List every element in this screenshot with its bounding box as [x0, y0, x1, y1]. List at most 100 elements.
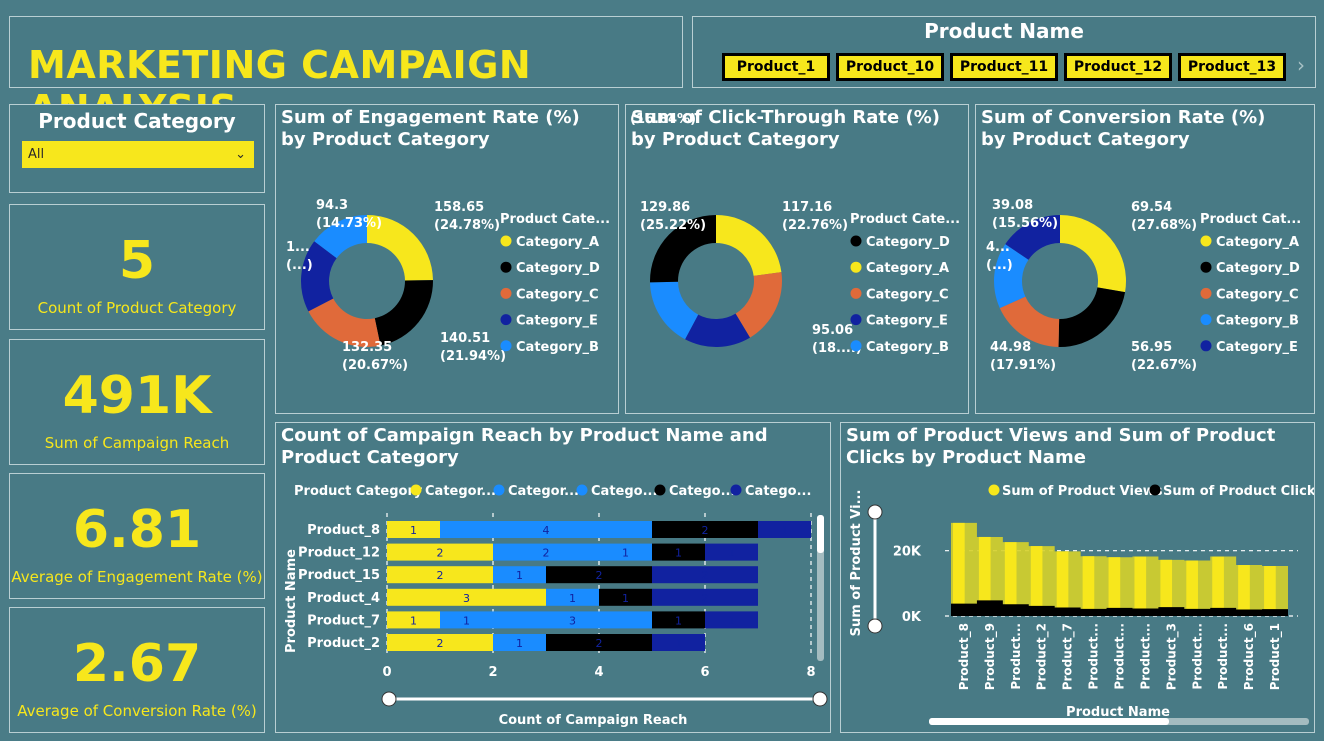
category-dropdown[interactable]: All ⌄	[22, 141, 254, 168]
chevron-right-icon[interactable]: ›	[1297, 53, 1305, 77]
slice-value-label: 86.7	[630, 105, 662, 109]
slice-value-label: 132.35	[342, 340, 392, 355]
legend-marker	[1200, 261, 1212, 273]
bar-data-label: 2	[437, 637, 444, 650]
kpi-value: 5	[118, 231, 156, 291]
donut-slice-category-d	[374, 280, 433, 346]
legend-marker	[850, 340, 862, 352]
slice-percent-label: (21.94%)	[440, 349, 506, 364]
bar-data-label: 2	[437, 547, 444, 560]
slice-value-label: 94.3	[316, 198, 348, 213]
x-tick-label: Product...	[1009, 623, 1023, 690]
engagement-donut-panel: Sum of Engagement Rate (%) by Product Ca…	[275, 104, 619, 414]
legend-marker	[1200, 314, 1212, 326]
y-tick-label: Product_7	[307, 613, 380, 628]
legend-marker	[500, 340, 512, 352]
x-tick-label: Product_9	[983, 623, 998, 690]
kpi-label: Average of Conversion Rate (%)	[17, 702, 257, 720]
x-tick-label: Product...	[1216, 623, 1230, 690]
legend-marker	[1200, 287, 1212, 299]
views-bar	[1030, 546, 1043, 616]
slice-value-label: 4...	[986, 240, 1010, 255]
legend-label: Category_B	[516, 340, 599, 355]
y-tick-label: Product_8	[307, 523, 380, 538]
bar-data-label: 1	[516, 569, 523, 582]
legend-label: Category_A	[1216, 235, 1299, 250]
slice-percent-label: (22.67%)	[1131, 358, 1197, 373]
scrollbar-thumb	[929, 718, 1169, 725]
y-tick-label: 20K	[893, 545, 922, 560]
slice-value-label: 69.54	[1131, 200, 1172, 215]
x-tick-label: Product_1	[1268, 623, 1283, 690]
kpi-label: Sum of Campaign Reach	[44, 434, 230, 452]
slicer-chip-product-12[interactable]: Product_12	[1064, 53, 1172, 81]
kpi-value: 491K	[62, 366, 212, 426]
bar-data-label: 3	[463, 592, 470, 605]
range-slider-handle	[867, 504, 883, 520]
range-slider-handle	[381, 691, 397, 707]
legend-label: Categor...	[508, 484, 579, 499]
slicer-chip-product-11[interactable]: Product_11	[950, 53, 1058, 81]
bar-data-label: 2	[702, 569, 709, 582]
bar-data-label: 4	[543, 524, 550, 537]
legend-label: Sum of Product Views	[1002, 484, 1163, 499]
bar-data-label: 1	[781, 524, 788, 537]
slice-value-label: 56.95	[1131, 340, 1172, 355]
slicer-chip-product-1[interactable]: Product_1	[722, 53, 830, 81]
views-bar	[1186, 560, 1198, 616]
dropdown-value: All	[28, 147, 45, 162]
bar-data-label: 3	[569, 614, 576, 627]
slicer-chip-product-10[interactable]: Product_10	[836, 53, 944, 81]
kpi-card-category-count: 5 Count of Product Category	[9, 204, 265, 330]
x-tick-label: Product_2	[1035, 623, 1050, 690]
ctr-donut-chart: 117.16(22.76%)95.06(18....)86.7(16.84%)1…	[630, 105, 960, 356]
x-tick-label: 0	[382, 665, 391, 680]
slicer-chip-product-13[interactable]: Product_13	[1178, 53, 1286, 81]
legend-title: Product Cate...	[850, 212, 960, 227]
x-tick-label: Product...	[1113, 623, 1127, 690]
legend-marker	[493, 484, 505, 496]
kpi-label: Average of Engagement Rate (%)	[11, 568, 263, 586]
views-clicks-area-chart: Sum of Product Views Sum of Product Click…	[849, 484, 1314, 725]
legend-marker	[1149, 484, 1161, 496]
views-bar	[1212, 556, 1224, 616]
bar-data-label: 1	[675, 637, 682, 650]
slice-value-label: 1...	[286, 240, 310, 255]
legend-marker	[850, 287, 862, 299]
x-axis-title: Count of Campaign Reach	[499, 713, 688, 728]
legend-marker	[500, 261, 512, 273]
legend-label: Category_D	[1216, 261, 1300, 276]
bar-data-label: 1	[622, 547, 629, 560]
legend-marker	[1200, 235, 1212, 247]
slice-value-label: 129.86	[640, 200, 690, 215]
x-tick-label: Product_3	[1164, 623, 1179, 690]
slice-percent-label: (24.78%)	[434, 218, 500, 233]
y-tick-label: Product_12	[298, 546, 380, 561]
slice-percent-label: (22.76%)	[782, 218, 848, 233]
y-tick-label: Product_4	[307, 591, 380, 606]
legend-label: Catego...	[591, 484, 657, 499]
donut-slice-category-a	[1060, 215, 1126, 293]
bar-data-label: 1	[463, 614, 470, 627]
bar-data-label: 2	[437, 569, 444, 582]
product-category-slicer: Product Category All ⌄	[9, 104, 265, 193]
views-bar	[1056, 551, 1069, 616]
legend-label: Category_E	[866, 314, 948, 329]
legend-title: Product Cate...	[500, 212, 610, 227]
legend-marker	[730, 484, 742, 496]
x-tick-label: Product_6	[1242, 623, 1257, 690]
legend-label: Category_D	[516, 261, 600, 276]
slice-value-label: 117.16	[782, 200, 832, 215]
legend-marker	[500, 314, 512, 326]
slice-percent-label: (14.73%)	[316, 216, 382, 231]
scrollbar-thumb	[817, 515, 824, 553]
legend-marker	[576, 484, 588, 496]
kpi-value: 6.81	[72, 500, 202, 560]
bar-data-label: 1	[675, 547, 682, 560]
bar-data-label: 1	[516, 637, 523, 650]
slice-percent-label: (25.22%)	[640, 218, 706, 233]
legend-label: Category_A	[516, 235, 599, 250]
views-bar	[1134, 556, 1147, 616]
donut-slice-category-d	[1058, 287, 1126, 347]
x-tick-label: Product_8	[957, 623, 972, 690]
